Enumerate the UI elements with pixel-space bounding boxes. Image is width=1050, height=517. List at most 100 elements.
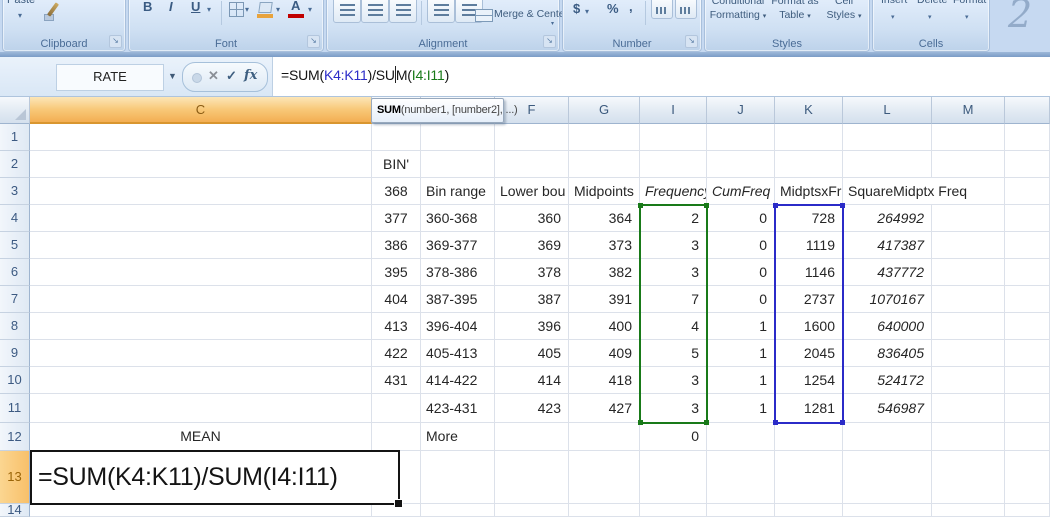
cell-G13[interactable]	[569, 451, 640, 504]
cell-N6[interactable]	[1005, 259, 1050, 286]
cell-F6[interactable]: 378	[495, 259, 569, 286]
format-button[interactable]: Format	[953, 0, 986, 6]
cell-N12[interactable]	[1005, 423, 1050, 451]
cell-J2[interactable]	[707, 151, 775, 178]
paste-button[interactable]: Paste	[7, 0, 35, 6]
cell-C1[interactable]	[30, 124, 372, 151]
cell-F1[interactable]	[495, 124, 569, 151]
cell-C3[interactable]	[30, 178, 372, 205]
cell-L13[interactable]	[843, 451, 932, 504]
align-left-button[interactable]	[333, 0, 361, 23]
delete-dropdown-icon[interactable]: ▾	[928, 13, 932, 21]
cell-I14[interactable]	[640, 504, 707, 517]
cell-I13[interactable]	[640, 451, 707, 504]
cell-C14[interactable]	[30, 504, 372, 517]
cell-D1[interactable]	[372, 124, 421, 151]
increase-decimal-button[interactable]	[651, 0, 673, 19]
cell-F11[interactable]: 423	[495, 394, 569, 423]
cell-E13[interactable]	[421, 451, 495, 504]
borders-dropdown-icon[interactable]: ▾	[245, 5, 249, 14]
cell-J13[interactable]	[707, 451, 775, 504]
cell-I6[interactable]: 3	[640, 259, 707, 286]
merge-center-dropdown-icon[interactable]: ▾	[551, 20, 554, 27]
cell-L11[interactable]: 546987	[843, 394, 932, 423]
row-header-2[interactable]: 2	[0, 151, 30, 178]
cell-G8[interactable]: 400	[569, 313, 640, 340]
cell-I10[interactable]: 3	[640, 367, 707, 394]
cell-K10[interactable]: 1254	[775, 367, 843, 394]
cell-D3[interactable]: 368	[372, 178, 421, 205]
format-dropdown-icon[interactable]: ▾	[965, 13, 969, 21]
cell-E4[interactable]: 360-368	[421, 205, 495, 232]
accounting-dropdown-icon[interactable]: ▾	[585, 7, 589, 16]
cell-I2[interactable]	[640, 151, 707, 178]
cell-N13[interactable]	[1005, 451, 1050, 504]
alignment-dialog-launcher-icon[interactable]: ↘	[543, 35, 556, 48]
cell-C6[interactable]	[30, 259, 372, 286]
cell-G12[interactable]	[569, 423, 640, 451]
cell-K4[interactable]: 728	[775, 205, 843, 232]
cell-J1[interactable]	[707, 124, 775, 151]
cell-C9[interactable]	[30, 340, 372, 367]
cell-F12[interactable]	[495, 423, 569, 451]
paste-dropdown-icon[interactable]: ▾	[18, 11, 22, 20]
row-header-5[interactable]: 5	[0, 232, 30, 259]
cell-E2[interactable]	[421, 151, 495, 178]
decrease-indent-button[interactable]	[427, 0, 455, 23]
cell-G5[interactable]: 373	[569, 232, 640, 259]
align-center-button[interactable]	[361, 0, 389, 23]
cell-J8[interactable]: 1	[707, 313, 775, 340]
cell-J4[interactable]: 0	[707, 205, 775, 232]
cell-E9[interactable]: 405-413	[421, 340, 495, 367]
cell-D10[interactable]: 431	[372, 367, 421, 394]
cell-M14[interactable]	[932, 504, 1005, 517]
cell-D5[interactable]: 386	[372, 232, 421, 259]
cell-F8[interactable]: 396	[495, 313, 569, 340]
cell-M5[interactable]	[932, 232, 1005, 259]
cell-I12[interactable]: 0	[640, 423, 707, 451]
cell-I4[interactable]: 2	[640, 205, 707, 232]
cell-G14[interactable]	[569, 504, 640, 517]
cell-D7[interactable]: 404	[372, 286, 421, 313]
cell-G1[interactable]	[569, 124, 640, 151]
cell-J9[interactable]: 1	[707, 340, 775, 367]
cell-F4[interactable]: 360	[495, 205, 569, 232]
cell-F3[interactable]: Lower bou	[495, 178, 569, 205]
cell-L14[interactable]	[843, 504, 932, 517]
delete-button[interactable]: Delete	[917, 0, 947, 6]
underline-dropdown-icon[interactable]: ▾	[207, 5, 211, 14]
cell-G11[interactable]: 427	[569, 394, 640, 423]
cell-G2[interactable]	[569, 151, 640, 178]
row-header-1[interactable]: 1	[0, 124, 30, 151]
enter-icon[interactable]: ✓	[226, 68, 237, 84]
borders-icon[interactable]	[229, 2, 244, 17]
cell-E7[interactable]: 387-395	[421, 286, 495, 313]
cell-M7[interactable]	[932, 286, 1005, 313]
column-header-C[interactable]: C	[30, 97, 372, 124]
cell-L5[interactable]: 417387	[843, 232, 932, 259]
cell-L1[interactable]	[843, 124, 932, 151]
column-header-K[interactable]: K	[775, 97, 843, 124]
cell-M8[interactable]	[932, 313, 1005, 340]
cell-N7[interactable]	[1005, 286, 1050, 313]
cell-K11[interactable]: 1281	[775, 394, 843, 423]
cell-F9[interactable]: 405	[495, 340, 569, 367]
cell-G10[interactable]: 418	[569, 367, 640, 394]
select-all-button[interactable]	[0, 97, 30, 124]
cell-I5[interactable]: 3	[640, 232, 707, 259]
insert-button[interactable]: Insert	[881, 0, 907, 6]
cell-J10[interactable]: 1	[707, 367, 775, 394]
cell-styles-button[interactable]: Cell Styles ▾	[821, 0, 867, 24]
cell-E6[interactable]: 378-386	[421, 259, 495, 286]
cell-F10[interactable]: 414	[495, 367, 569, 394]
cell-I3[interactable]: Frequency	[640, 178, 707, 205]
row-header-13[interactable]: 13	[0, 451, 30, 504]
cell-E12[interactable]: More	[421, 423, 495, 451]
cell-K5[interactable]: 1119	[775, 232, 843, 259]
insert-dropdown-icon[interactable]: ▾	[891, 13, 895, 21]
cell-K12[interactable]	[775, 423, 843, 451]
cell-I1[interactable]	[640, 124, 707, 151]
cell-K13[interactable]	[775, 451, 843, 504]
cell-F13[interactable]	[495, 451, 569, 504]
cell-J7[interactable]: 0	[707, 286, 775, 313]
